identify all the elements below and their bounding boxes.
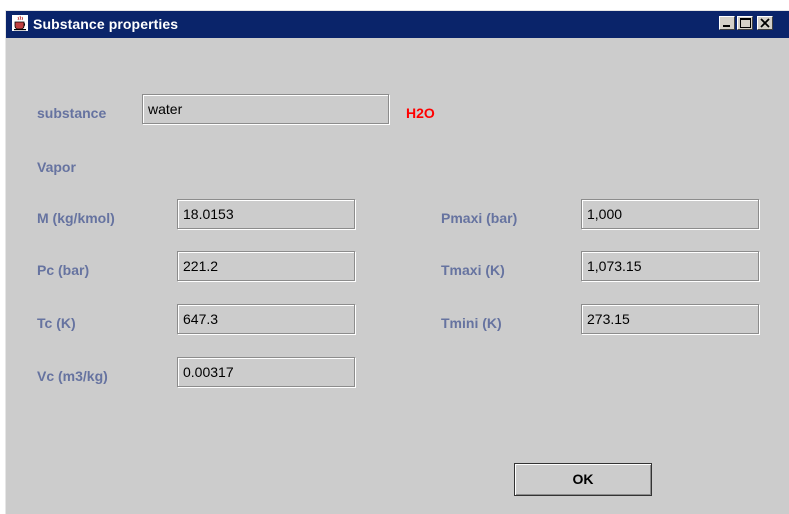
title-bar[interactable]: Substance properties	[6, 11, 789, 38]
close-button[interactable]	[757, 16, 773, 30]
critical-temperature-field[interactable]: 647.3	[177, 304, 355, 334]
maximize-button[interactable]	[737, 16, 753, 30]
molar-mass-field[interactable]: 18.0153	[177, 199, 355, 229]
critical-volume-label: Vc (m3/kg)	[37, 368, 108, 384]
tmini-field[interactable]: 273.15	[581, 304, 759, 334]
window-title: Substance properties	[33, 16, 179, 32]
substance-properties-window: Substance properties substance water H2O…	[5, 10, 789, 514]
critical-volume-field[interactable]: 0.00317	[177, 357, 355, 387]
pmaxi-label: Pmaxi (bar)	[441, 210, 518, 226]
substance-field[interactable]: water	[142, 94, 389, 124]
close-icon	[760, 18, 770, 28]
java-cup-icon	[12, 15, 28, 31]
vapor-section-label: Vapor	[37, 159, 76, 175]
substance-label: substance	[37, 105, 107, 121]
pmaxi-field[interactable]: 1,000	[581, 199, 759, 229]
tmaxi-label: Tmaxi (K)	[441, 262, 505, 278]
critical-pressure-field[interactable]: 221.2	[177, 251, 355, 281]
minimize-button[interactable]	[719, 16, 735, 30]
ok-button[interactable]: OK	[514, 463, 652, 496]
tmini-label: Tmini (K)	[441, 315, 502, 331]
tmaxi-field[interactable]: 1,073.15	[581, 251, 759, 281]
molar-mass-label: M (kg/kmol)	[37, 210, 115, 226]
formula-text: H2O	[406, 105, 435, 121]
critical-temperature-label: Tc (K)	[37, 315, 76, 331]
critical-pressure-label: Pc (bar)	[37, 262, 90, 278]
